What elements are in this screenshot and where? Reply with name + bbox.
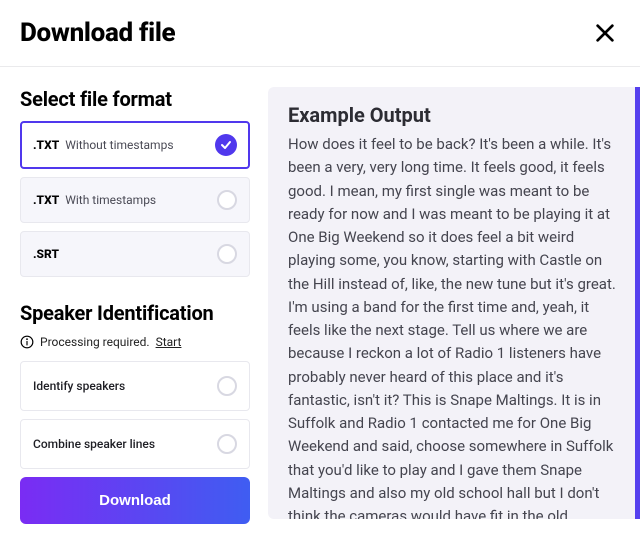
format-option-list: .TXT Without timestamps .TXT With timest… xyxy=(20,121,250,277)
toggle-label: Identify speakers xyxy=(33,379,125,393)
radio-empty-icon xyxy=(217,244,237,264)
processing-notice: Processing required. Start xyxy=(20,335,250,349)
option-secondary: With timestamps xyxy=(65,193,156,207)
download-modal: Download file Select file format .TXT Wi… xyxy=(0,0,640,539)
radio-empty-icon xyxy=(217,376,237,396)
toggle-combine-lines[interactable]: Combine speaker lines xyxy=(20,419,250,469)
processing-text: Processing required. xyxy=(40,335,150,349)
option-label: .TXT Without timestamps xyxy=(33,138,174,152)
start-link[interactable]: Start xyxy=(156,335,182,349)
right-panel: Example Output How does it feel to be ba… xyxy=(268,87,640,519)
radio-empty-icon xyxy=(217,434,237,454)
option-primary: .TXT xyxy=(33,193,59,207)
radio-empty-icon xyxy=(217,190,237,210)
option-primary: .SRT xyxy=(33,247,59,261)
toggle-identify-speakers[interactable]: Identify speakers xyxy=(20,361,250,411)
speaker-section-title: Speaker Identification xyxy=(20,301,250,325)
info-icon xyxy=(20,335,34,349)
download-button[interactable]: Download xyxy=(20,477,250,524)
preview-body: How does it feel to be back? It's been a… xyxy=(288,133,620,519)
option-label: .SRT xyxy=(33,247,59,261)
close-icon xyxy=(594,22,616,44)
option-primary: .TXT xyxy=(33,138,59,152)
close-button[interactable] xyxy=(590,18,620,48)
format-section-title: Select file format xyxy=(20,87,250,111)
preview-title: Example Output xyxy=(288,103,620,127)
left-panel: Select file format .TXT Without timestam… xyxy=(20,87,250,519)
option-secondary: Without timestamps xyxy=(65,138,173,152)
format-option-txt-no-timestamps[interactable]: .TXT Without timestamps xyxy=(20,121,250,169)
format-option-srt[interactable]: .SRT xyxy=(20,231,250,277)
radio-selected-icon xyxy=(215,134,237,156)
modal-header: Download file xyxy=(0,0,640,67)
modal-title: Download file xyxy=(20,18,175,48)
toggle-label: Combine speaker lines xyxy=(33,437,155,451)
modal-content: Select file format .TXT Without timestam… xyxy=(0,67,640,539)
option-label: .TXT With timestamps xyxy=(33,193,156,207)
example-output-panel[interactable]: Example Output How does it feel to be ba… xyxy=(268,87,640,519)
format-option-txt-timestamps[interactable]: .TXT With timestamps xyxy=(20,177,250,223)
